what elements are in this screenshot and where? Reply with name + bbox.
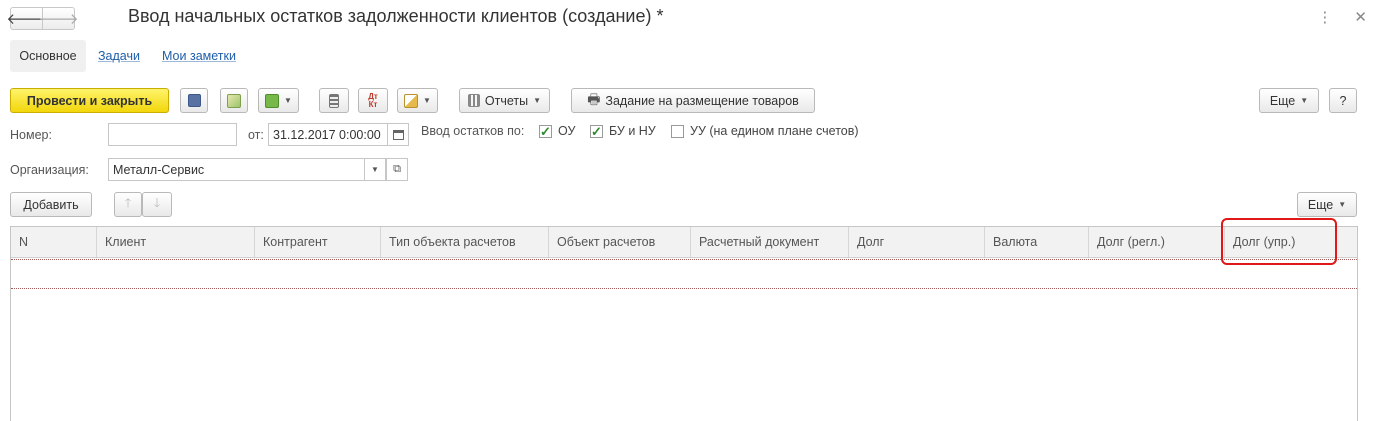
table-more-label: Еще [1307, 197, 1334, 212]
chevron-down-icon: ▼ [1300, 96, 1309, 105]
chevron-down-icon: ▼ [533, 96, 542, 105]
checkbox-checked-icon: ✓ [590, 123, 603, 139]
post-and-close-button[interactable]: Провести и закрыть [10, 88, 169, 113]
table-header: N Клиент Контрагент Тип объекта расчетов… [11, 227, 1357, 258]
placement-task-label: Задание на размещение товаров [605, 93, 799, 108]
forward-button[interactable]: 🡒 [38, 7, 79, 30]
more-label: Еще [1269, 93, 1296, 108]
arrow-down-icon: 🡓 [153, 196, 161, 210]
calendar-button[interactable] [387, 123, 409, 146]
related-documents-icon [404, 93, 419, 108]
close-icon[interactable]: ✕ [1354, 8, 1367, 26]
help-button[interactable]: ? [1329, 88, 1357, 113]
table-row[interactable] [11, 259, 1357, 289]
organization-dropdown-button[interactable]: ▼ [364, 158, 386, 181]
column-header-counterparty[interactable]: Контрагент [255, 227, 381, 257]
placement-task-button[interactable]: 🖶 Задание на размещение товаров [571, 88, 815, 113]
column-header-settlement-document[interactable]: Расчетный документ [691, 227, 849, 257]
report-icon [467, 94, 480, 107]
checkbox-uu-label: УУ (на едином плане счетов) [690, 124, 859, 138]
highlight-frame [1221, 218, 1337, 265]
arrow-right-icon: 🡒 [38, 11, 79, 28]
organization-field[interactable]: Металл-Сервис [108, 158, 365, 181]
reports-button[interactable]: Отчеты ▼ [459, 88, 550, 113]
chevron-down-icon: ▼ [371, 165, 379, 174]
related-documents-button[interactable]: ▼ [397, 88, 438, 113]
checkbox-bu-nu-label: БУ и НУ [609, 124, 656, 138]
column-header-client[interactable]: Клиент [97, 227, 255, 257]
more-vert-icon[interactable]: ⋮ [1317, 8, 1332, 26]
table-more-button[interactable]: Еще ▼ [1297, 192, 1357, 217]
post-button[interactable] [220, 88, 248, 113]
column-header-settlement-object-type[interactable]: Тип объекта расчетов [381, 227, 549, 257]
column-header-debt-regl[interactable]: Долг (регл.) [1089, 227, 1225, 257]
column-header-settlement-object[interactable]: Объект расчетов [549, 227, 691, 257]
chevron-down-icon: ▼ [284, 96, 292, 105]
date-label: от: [248, 128, 264, 142]
print-list-button[interactable] [319, 88, 349, 113]
create-based-on-button[interactable]: ▼ [258, 88, 299, 113]
balance-input-label: Ввод остатков по: [421, 124, 525, 138]
checkbox-unchecked-icon [671, 124, 684, 138]
tab-tasks[interactable]: Задачи [98, 49, 140, 63]
printer-icon: 🖶 [587, 90, 601, 107]
page-title: Ввод начальных остатков задолженности кл… [128, 6, 664, 26]
open-icon: ⧉ [393, 163, 401, 175]
checkbox-checked-icon: ✓ [539, 123, 552, 139]
add-row-button[interactable]: Добавить [10, 192, 92, 217]
tab-main[interactable]: Основное [10, 40, 86, 72]
checkbox-bu-nu[interactable]: ✓ БУ и НУ [590, 124, 656, 138]
reports-label: Отчеты [484, 93, 529, 108]
column-header-debt[interactable]: Долг [849, 227, 985, 257]
move-up-button[interactable]: 🡑 [114, 192, 142, 217]
checkbox-ou[interactable]: ✓ ОУ [539, 124, 575, 138]
column-header-n[interactable]: N [11, 227, 97, 257]
list-icon [329, 93, 339, 108]
chevron-down-icon: ▼ [423, 96, 431, 105]
number-label: Номер: [10, 128, 52, 142]
save-icon [187, 94, 201, 107]
accounting-entries-button[interactable]: Дт Кт [358, 88, 388, 113]
more-button[interactable]: Еще ▼ [1259, 88, 1319, 113]
organization-open-button[interactable]: ⧉ [386, 158, 408, 181]
chevron-down-icon: ▼ [1338, 200, 1347, 209]
balances-table[interactable]: N Клиент Контрагент Тип объекта расчетов… [10, 226, 1358, 421]
tab-my-notes[interactable]: Мои заметки [162, 49, 236, 63]
date-field[interactable]: 31.12.2017 0:00:00 [268, 123, 388, 146]
checkbox-ou-label: ОУ [558, 124, 576, 138]
arrow-up-icon: 🡑 [124, 196, 132, 210]
calendar-icon [392, 129, 404, 140]
number-field[interactable] [108, 123, 237, 146]
save-button[interactable] [180, 88, 208, 113]
organization-label: Организация: [10, 163, 89, 177]
dt-kt-icon: Дт Кт [368, 91, 378, 109]
checkbox-uu[interactable]: УУ (на едином плане счетов) [671, 124, 859, 138]
column-header-currency[interactable]: Валюта [985, 227, 1089, 257]
create-based-on-icon [265, 93, 280, 108]
move-down-button[interactable]: 🡓 [142, 192, 172, 217]
post-document-icon [227, 93, 241, 108]
